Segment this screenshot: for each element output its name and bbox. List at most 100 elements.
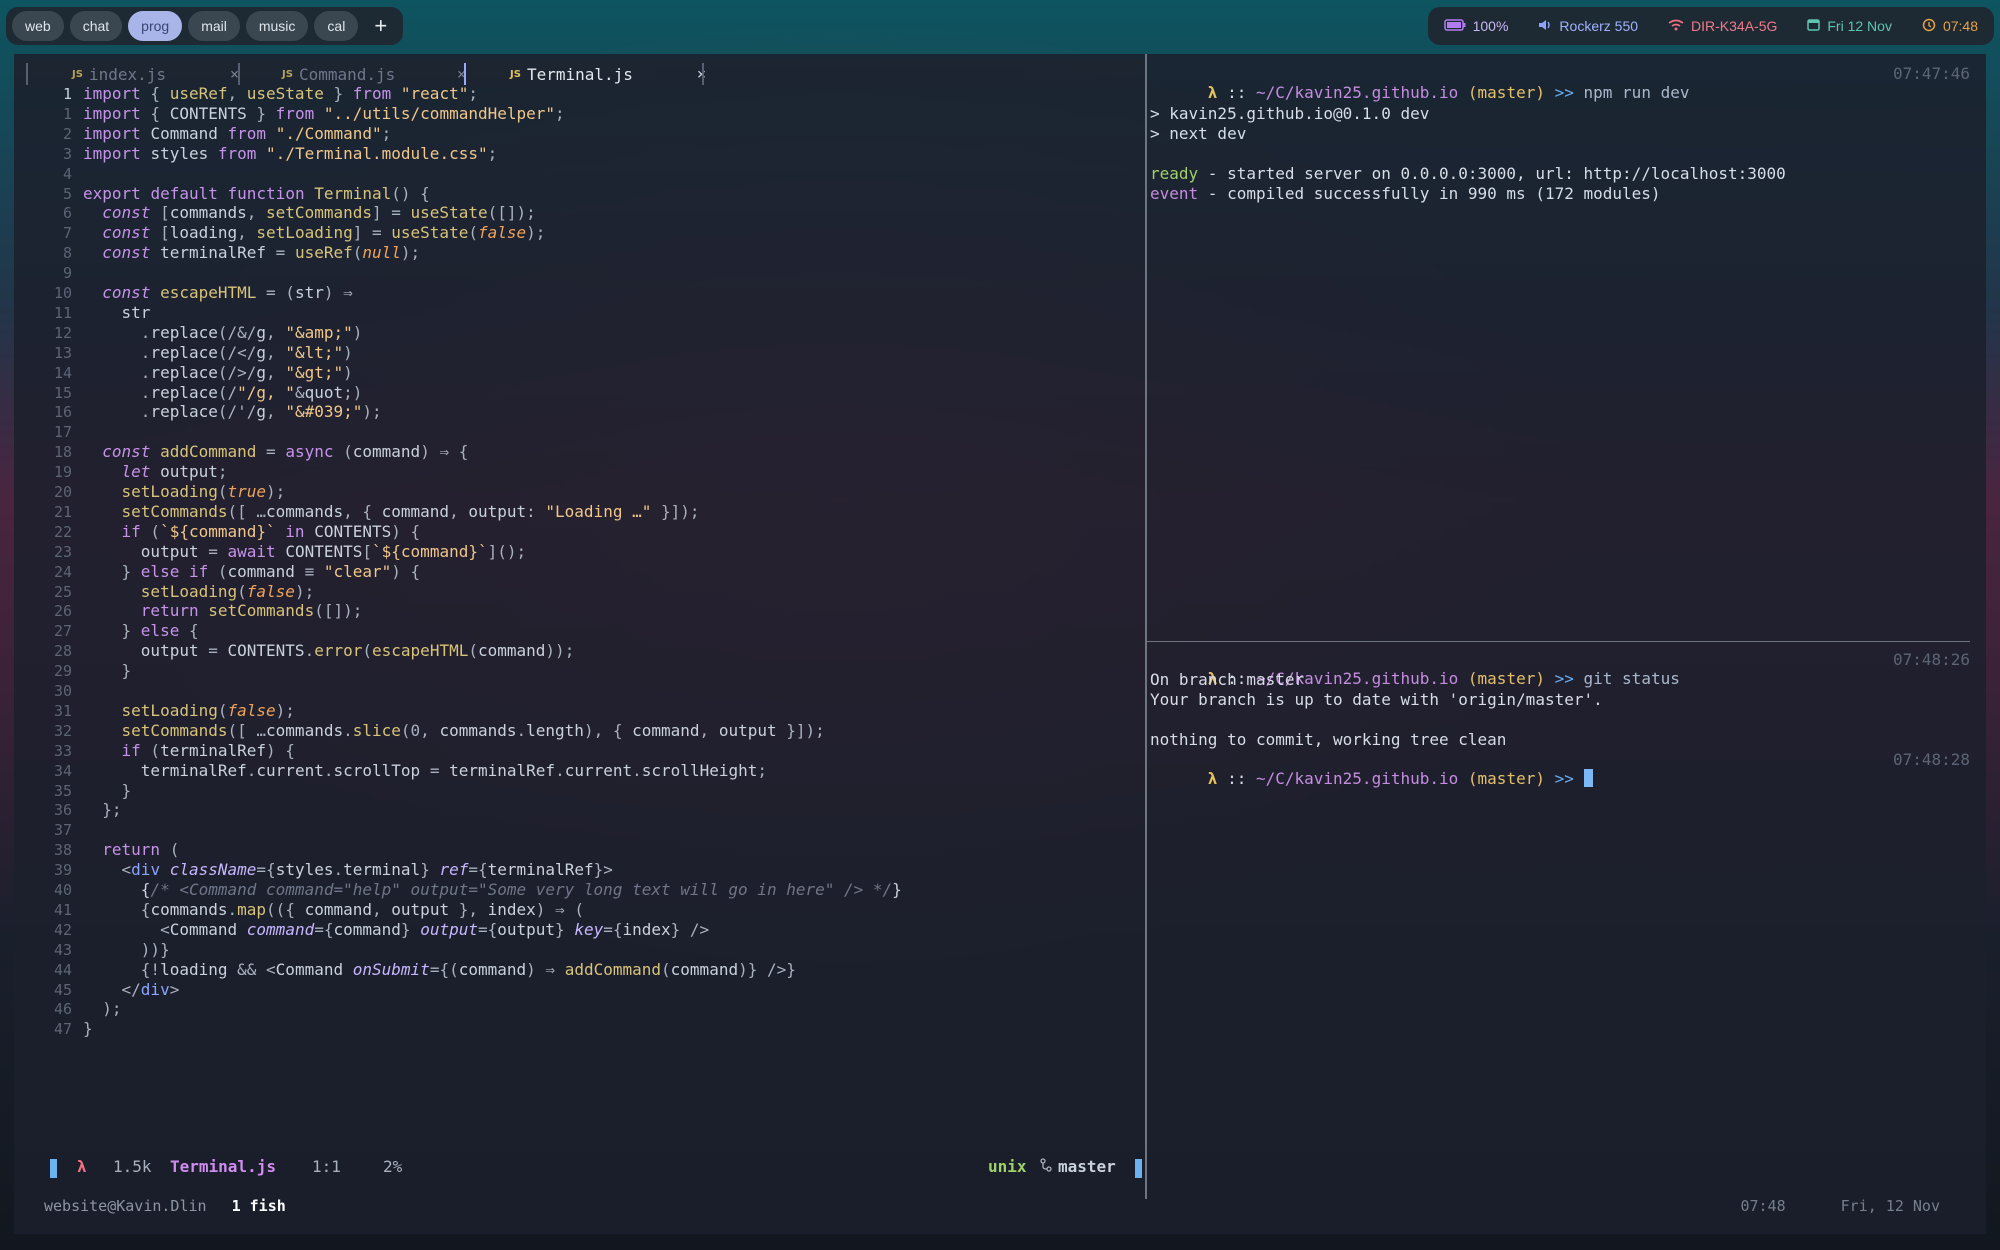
add-workspace-button[interactable]: + <box>364 13 397 39</box>
code-line[interactable]: setLoading(true); <box>83 482 286 501</box>
code-line[interactable]: if (`${command}` in CONTENTS) { <box>83 522 421 541</box>
code-line[interactable]: let output; <box>83 462 228 481</box>
code-line[interactable]: setCommands([ …commands.slice(0, command… <box>83 721 825 740</box>
tab-label: Command.js <box>298 64 396 84</box>
command-timestamp: 07:47:46 <box>1892 64 1970 83</box>
code-line[interactable]: } <box>83 781 132 800</box>
code-line[interactable]: <div className={styles.terminal} ref={te… <box>83 860 613 879</box>
line-number: 41 <box>53 900 72 919</box>
prompt-branch: (master) <box>1467 83 1545 102</box>
line-number: 47 <box>53 1020 72 1039</box>
line-number: 45 <box>53 980 72 999</box>
code-line[interactable]: .replace(/'/g, "&#039;"); <box>83 402 382 421</box>
code-line[interactable]: import styles from "./Terminal.module.cs… <box>83 144 497 163</box>
code-line[interactable]: output = CONTENTS.error(escapeHTML(comma… <box>83 641 575 660</box>
code-line[interactable]: .replace(/&/g, "&amp;") <box>83 323 363 342</box>
battery-status[interactable]: 100% <box>1443 18 1508 34</box>
code-line[interactable]: setLoading(false); <box>83 582 314 601</box>
battery-icon <box>1443 18 1466 34</box>
code-line[interactable]: setCommands([ …commands, { command, outp… <box>83 502 700 521</box>
code-line[interactable]: } <box>83 1019 93 1038</box>
code-line[interactable]: terminalRef.current.scrollTop = terminal… <box>83 761 767 780</box>
code-line[interactable]: const [loading, setLoading] = useState(f… <box>83 223 545 242</box>
horizontal-pane-divider[interactable] <box>1147 641 1970 642</box>
code-line[interactable]: if (terminalRef) { <box>83 741 295 760</box>
code-line[interactable]: str <box>83 303 151 322</box>
tmux-time: 07:48 <box>1740 1197 1786 1215</box>
code-line[interactable]: {!loading && <Command onSubmit={(command… <box>83 960 796 979</box>
tab-label: index.js <box>88 64 166 84</box>
output-line: > next dev <box>1150 124 1247 143</box>
tab-separator <box>26 63 28 85</box>
tab-label: Terminal.js <box>526 64 633 84</box>
code-line[interactable]: const terminalRef = useRef(null); <box>83 243 420 262</box>
top-bar: web chat prog mail music cal + 100% Rock… <box>0 0 2000 52</box>
line-number: 44 <box>53 960 72 979</box>
line-number: 39 <box>53 861 72 880</box>
code-line[interactable]: return ( <box>83 840 179 859</box>
tab-separator <box>238 63 240 85</box>
editor-pane[interactable]: JS index.js × JS Command.js × JS Termina… <box>14 54 1145 1199</box>
code-line[interactable]: .replace(/</g, "&lt;") <box>83 343 353 362</box>
line-number: 18 <box>53 443 72 462</box>
code-line[interactable]: export default function Terminal() { <box>83 184 430 203</box>
line-number: 36 <box>53 801 72 820</box>
code-line[interactable]: }; <box>83 800 121 819</box>
javascript-icon: JS <box>282 68 293 80</box>
audio-status[interactable]: Rockerz 550 <box>1538 18 1638 35</box>
workspace-cal[interactable]: cal <box>314 11 359 41</box>
code-line[interactable]: const escapeHTML = (str) ⇒ <box>83 283 352 302</box>
workspace-chat[interactable]: chat <box>69 11 123 41</box>
code-line[interactable]: ))} <box>83 940 170 959</box>
code-line[interactable]: const [commands, setCommands] = useState… <box>83 203 536 222</box>
terminal-pane-bottom[interactable]: λ :: ~/C/kavin25.github.io (master) >> g… <box>1150 650 1970 1190</box>
clock-status[interactable]: 07:48 <box>1922 18 1978 35</box>
line-number: 31 <box>53 701 72 720</box>
code-line[interactable]: setLoading(false); <box>83 701 295 720</box>
code-line[interactable]: <Command command={command} output={outpu… <box>83 920 709 939</box>
editor-statusline: λ 1.5k Terminal.js 1:1 2% unix master <box>34 1157 1142 1181</box>
line-number: 16 <box>53 403 72 422</box>
workspace-music[interactable]: music <box>245 11 309 41</box>
code-line[interactable]: {/* <Command command="help" output="Some… <box>83 880 902 899</box>
line-number: 4 <box>62 164 72 183</box>
prompt-arrow: >> <box>1554 769 1574 788</box>
tab-terminal-js[interactable]: JS Terminal.js × <box>510 60 710 88</box>
line-number: 1 <box>62 104 72 123</box>
prompt-sep: :: <box>1217 769 1256 788</box>
prompt-line: λ :: ~/C/kavin25.github.io (master) >> <box>1150 750 1593 807</box>
code-line[interactable]: ); <box>83 999 121 1018</box>
date-status[interactable]: Fri 12 Nov <box>1807 18 1892 34</box>
clock-text: 07:48 <box>1942 18 1978 34</box>
code-line[interactable]: .replace(/"/g, "&quot;) <box>83 383 363 402</box>
terminal-cursor[interactable] <box>1583 769 1593 787</box>
tab-separator <box>464 63 466 85</box>
code-line[interactable]: } else if (command ≡ "clear") { <box>83 562 421 581</box>
wifi-status[interactable]: DIR-K34A-5G <box>1668 18 1777 34</box>
code-line[interactable]: } else { <box>83 621 199 640</box>
code-line[interactable]: .replace(/>/g, "&gt;") <box>83 363 353 382</box>
workspace-mail[interactable]: mail <box>188 11 240 41</box>
code-line[interactable]: import { useRef, useState } from "react"… <box>83 84 478 103</box>
line-number: 17 <box>53 423 72 442</box>
git-branch: master <box>1058 1157 1116 1176</box>
code-line[interactable]: </div> <box>83 980 180 999</box>
code-line[interactable]: output = await CONTENTS[`${command}`](); <box>83 542 526 561</box>
prompt-lambda: λ <box>1207 769 1218 788</box>
output-line: > kavin25.github.io@0.1.0 dev <box>1150 104 1430 123</box>
tmux-window[interactable]: 1 fish <box>232 1197 286 1215</box>
code-line[interactable]: return setCommands([]); <box>83 601 363 620</box>
code-line[interactable]: const addCommand = async (command) ⇒ { <box>83 442 468 461</box>
line-number: 27 <box>53 622 72 641</box>
tmux-session[interactable]: website@Kavin.Dlin <box>44 1197 207 1215</box>
code-line[interactable]: {commands.map(({ command, output }, inde… <box>83 900 584 919</box>
code-line[interactable]: } <box>83 661 132 680</box>
workspace-web[interactable]: web <box>12 11 64 41</box>
line-number: 33 <box>53 741 72 760</box>
workspace-prog[interactable]: prog <box>128 11 183 41</box>
prompt-path: ~/C/kavin25.github.io <box>1255 83 1459 102</box>
code-line[interactable]: import Command from "./Command"; <box>83 124 391 143</box>
vertical-pane-divider[interactable] <box>1145 54 1147 1199</box>
terminal-pane-top[interactable]: λ :: ~/C/kavin25.github.io (master) >> n… <box>1150 64 1970 634</box>
code-line[interactable]: import { CONTENTS } from "../utils/comma… <box>83 104 565 123</box>
